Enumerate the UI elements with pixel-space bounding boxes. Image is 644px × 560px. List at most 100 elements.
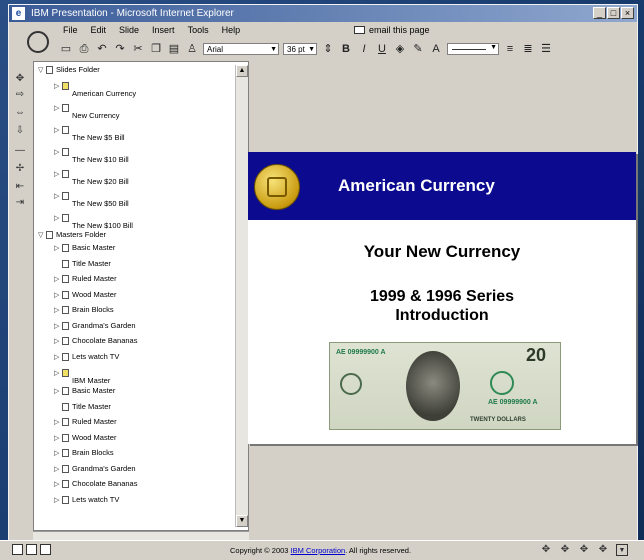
tree-master-a7[interactable]: Chocolate Bananas — [72, 336, 137, 345]
underline-button[interactable]: U — [375, 42, 389, 56]
undo-icon[interactable]: ↶ — [95, 42, 109, 56]
outdent-icon[interactable]: ⇥ — [14, 197, 26, 209]
sorter-view-icon[interactable] — [26, 544, 37, 555]
menu-slide[interactable]: Slide — [119, 25, 139, 39]
redo-icon[interactable]: ↷ — [113, 42, 127, 56]
tree-master-b6[interactable]: Grandma's Garden — [72, 464, 136, 473]
align-right-icon[interactable]: ☰ — [539, 42, 553, 56]
twenty-dollar-bill-image[interactable]: AE 09999900 A 20 AE 09999900 A TWENTY DO… — [329, 342, 561, 430]
font-size-select[interactable]: 36 pt ▼ — [283, 43, 317, 55]
tree-master-a8[interactable]: Lets watch TV — [72, 352, 119, 361]
collapse-toggle-icon[interactable]: ▽ — [38, 231, 43, 239]
expand-toggle-icon[interactable]: ▷ — [54, 387, 59, 395]
expand-toggle-icon[interactable]: ▷ — [54, 449, 59, 457]
move-up-icon[interactable]: ✥ — [14, 73, 26, 85]
tree-vertical-scrollbar[interactable]: ▲ ▼ — [235, 65, 248, 527]
expand-toggle-icon[interactable]: ▷ — [54, 496, 59, 504]
expand-toggle-icon[interactable]: ▷ — [54, 214, 59, 222]
tree-master-a6[interactable]: Grandma's Garden — [72, 321, 136, 330]
slide-title[interactable]: American Currency — [338, 176, 495, 196]
tree-slide-1[interactable]: American Currency — [72, 89, 136, 98]
outline-view-icon[interactable] — [12, 544, 23, 555]
expand-toggle-icon[interactable]: ▷ — [54, 369, 59, 377]
previous-slide-icon[interactable]: ✥ — [559, 544, 571, 556]
expand-toggle-icon[interactable]: ▷ — [54, 192, 59, 200]
move-down-icon[interactable]: ⇩ — [14, 125, 26, 137]
expand-toggle-icon[interactable]: ▷ — [54, 275, 59, 283]
tree-master-a5[interactable]: Brain Blocks — [72, 305, 114, 314]
expand-toggle-icon[interactable]: ▷ — [54, 244, 59, 252]
fill-color-icon[interactable]: ◈ — [393, 42, 407, 56]
close-button[interactable]: × — [621, 7, 634, 19]
tree-ibm-master[interactable]: IBM Master — [72, 376, 110, 385]
expand-toggle-icon[interactable]: ▷ — [54, 104, 59, 112]
font-color-icon[interactable]: A — [429, 42, 443, 56]
menu-tools[interactable]: Tools — [188, 25, 209, 39]
tree-master-a4[interactable]: Wood Master — [72, 290, 116, 299]
expand-toggle-icon[interactable]: ▷ — [54, 291, 59, 299]
expand-icon[interactable]: ⇔ — [14, 107, 26, 119]
slide-view-icon[interactable] — [40, 544, 51, 555]
tree-slide-7[interactable]: The New $100 Bill — [72, 221, 133, 230]
expand-toggle-icon[interactable]: ▷ — [54, 434, 59, 442]
tree-master-a2[interactable]: Title Master — [72, 259, 111, 268]
save-icon[interactable]: ▭ — [59, 42, 73, 56]
cut-icon[interactable]: ✂ — [131, 42, 145, 56]
minimize-button[interactable]: _ — [593, 7, 606, 19]
line-color-icon[interactable]: ✎ — [411, 42, 425, 56]
expand-toggle-icon[interactable]: ▷ — [54, 126, 59, 134]
menu-file[interactable]: File — [63, 25, 78, 39]
tree-slide-2[interactable]: New Currency — [72, 111, 120, 120]
expand-toggle-icon[interactable]: ▷ — [54, 170, 59, 178]
scroll-down-icon[interactable]: ▼ — [236, 515, 248, 527]
tree-slide-5[interactable]: The New $20 Bill — [72, 177, 129, 186]
line-style-select[interactable]: ▼ — [447, 43, 499, 55]
expand-toggle-icon[interactable]: ▷ — [54, 82, 59, 90]
expand-toggle-icon[interactable]: ▷ — [54, 306, 59, 314]
tree-slides-folder[interactable]: Slides Folder — [56, 65, 100, 74]
menu-edit[interactable]: Edit — [91, 25, 107, 39]
slide-series-text[interactable]: 1999 & 1996 Series Introduction — [248, 287, 636, 325]
expand-toggle-icon[interactable]: ▷ — [54, 337, 59, 345]
slide-canvas[interactable]: American Currency Your New Currency 1999… — [248, 152, 636, 444]
tree-master-b3[interactable]: Ruled Master — [72, 417, 117, 426]
first-slide-icon[interactable]: ✥ — [540, 544, 552, 556]
menu-dropdown-icon[interactable]: ▼ — [616, 544, 628, 556]
expand-toggle-icon[interactable]: ▷ — [54, 480, 59, 488]
tree-master-a1[interactable]: Basic Master — [72, 243, 115, 252]
tree-slide-4[interactable]: The New $10 Bill — [72, 155, 129, 164]
tree-masters-folder[interactable]: Masters Folder — [56, 230, 106, 239]
bold-button[interactable]: B — [339, 42, 353, 56]
move-right-icon[interactable]: ⇨ — [14, 89, 26, 101]
email-page-link[interactable]: email this page — [354, 25, 430, 35]
tree-slide-6[interactable]: The New $50 Bill — [72, 199, 129, 208]
tree-master-b7[interactable]: Chocolate Bananas — [72, 479, 137, 488]
expand-toggle-icon[interactable]: ▷ — [54, 322, 59, 330]
copy-icon[interactable]: ❐ — [149, 42, 163, 56]
tree-master-b1[interactable]: Basic Master — [72, 386, 115, 395]
align-left-icon[interactable]: ≡ — [503, 42, 517, 56]
collapse-toggle-icon[interactable]: ▽ — [38, 66, 43, 74]
size-spinner-icon[interactable]: ⇕ — [321, 42, 335, 56]
scroll-up-icon[interactable]: ▲ — [236, 65, 248, 77]
indent-icon[interactable]: ⇤ — [14, 181, 26, 193]
format-painter-icon[interactable]: ♙ — [185, 42, 199, 56]
tree-master-a3[interactable]: Ruled Master — [72, 274, 117, 283]
expand-toggle-icon[interactable]: ▷ — [54, 418, 59, 426]
insert-icon[interactable]: ✢ — [14, 163, 26, 175]
expand-toggle-icon[interactable]: ▷ — [54, 353, 59, 361]
tree-master-b4[interactable]: Wood Master — [72, 433, 116, 442]
print-icon[interactable]: ⎙ — [77, 42, 91, 56]
paste-icon[interactable]: ▤ — [167, 42, 181, 56]
next-slide-icon[interactable]: ✥ — [578, 544, 590, 556]
tree-master-b5[interactable]: Brain Blocks — [72, 448, 114, 457]
ibm-corporation-link[interactable]: IBM Corporation — [291, 546, 346, 555]
tree-master-b2[interactable]: Title Master — [72, 402, 111, 411]
menu-insert[interactable]: Insert — [152, 25, 175, 39]
expand-toggle-icon[interactable]: ▷ — [54, 465, 59, 473]
expand-toggle-icon[interactable]: ▷ — [54, 148, 59, 156]
italic-button[interactable]: I — [357, 42, 371, 56]
collapse-icon[interactable]: — — [14, 145, 26, 157]
menu-help[interactable]: Help — [222, 25, 241, 39]
font-select[interactable]: Arial ▼ — [203, 43, 279, 55]
